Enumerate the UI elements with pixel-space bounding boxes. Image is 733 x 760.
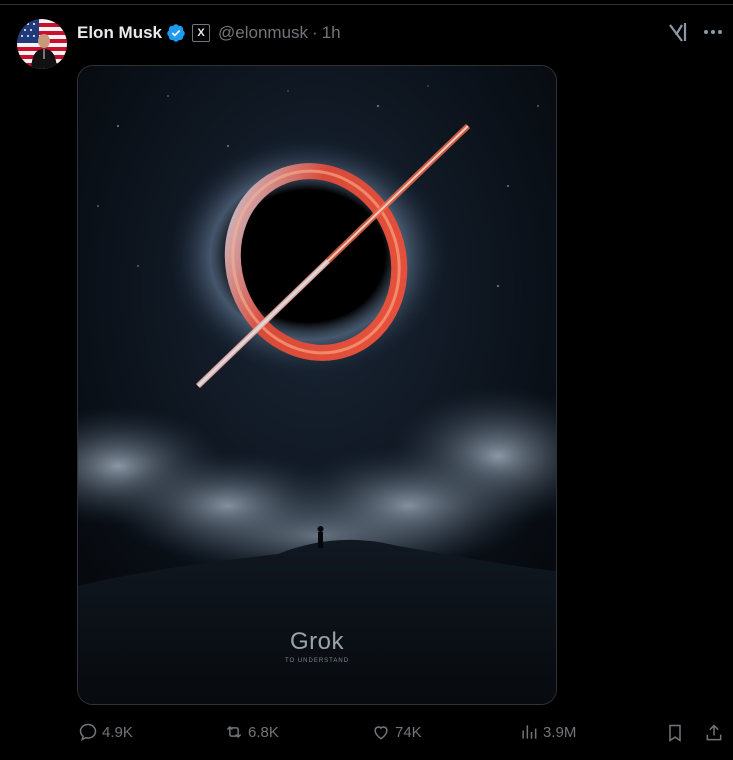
separator-dot: ·	[312, 23, 318, 42]
bookmark-icon[interactable]	[664, 722, 686, 744]
repost-icon	[226, 725, 242, 739]
repost-button[interactable]: 6.8K	[224, 722, 279, 742]
tweet-header: Elon Musk X @elonmusk · 1h	[77, 21, 341, 45]
like-button[interactable]: 74K	[371, 722, 422, 742]
grok-icon[interactable]	[668, 21, 690, 43]
views-button[interactable]: 3.9M	[519, 722, 576, 742]
author-handle[interactable]: @elonmusk	[218, 23, 308, 43]
grok-tagline: TO UNDERSTAND	[284, 658, 350, 664]
timestamp[interactable]: 1h	[322, 23, 341, 43]
reply-button[interactable]: 4.9K	[78, 722, 133, 742]
repost-count: 6.8K	[248, 723, 279, 741]
reply-icon	[79, 723, 97, 741]
more-options-icon[interactable]	[701, 22, 725, 42]
heart-icon	[374, 726, 388, 740]
x-affiliation-icon[interactable]: X	[192, 24, 211, 42]
like-count: 74K	[395, 723, 422, 741]
author-name[interactable]: Elon Musk	[77, 23, 162, 43]
share-icon[interactable]	[703, 722, 725, 744]
tweet: Elon Musk X @elonmusk · 1h Grok TO UNDER…	[0, 0, 733, 760]
tweet-image[interactable]: Grok TO UNDERSTAND	[77, 65, 557, 705]
views-icon	[522, 725, 537, 739]
tweet-actions: 4.9K 6.8K 74K 3.9M	[0, 722, 733, 744]
view-count: 3.9M	[543, 723, 577, 741]
avatar[interactable]	[17, 19, 67, 69]
reply-count: 4.9K	[102, 723, 133, 741]
black-hole-artwork	[78, 66, 556, 704]
verified-badge-icon[interactable]	[166, 23, 186, 43]
grok-logo-text: Grok	[289, 628, 344, 655]
